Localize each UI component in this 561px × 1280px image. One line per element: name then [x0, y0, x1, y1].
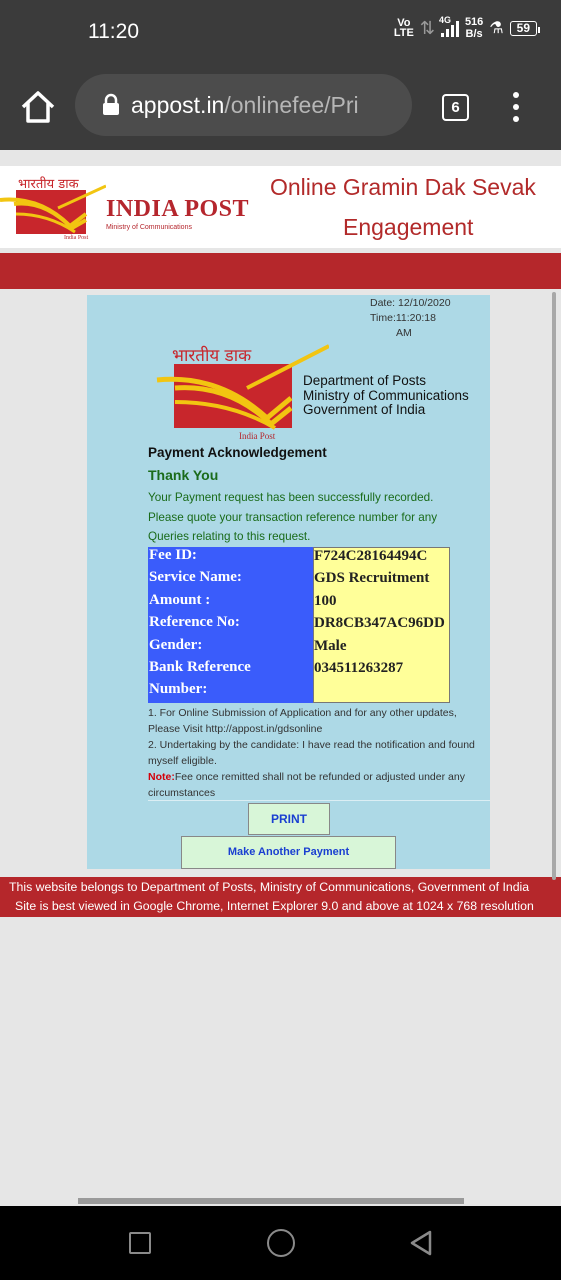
service-name-value: GDS Recruitment — [314, 570, 430, 586]
system-nav-bar — [0, 1206, 561, 1280]
header-small-caption: India Post — [64, 235, 89, 241]
status-time: 11:20 — [88, 20, 139, 43]
home-icon[interactable] — [20, 90, 56, 124]
bank-reference-label-line2: Number: — [149, 681, 208, 697]
site-header: भारतीय डाक INDIA POST Ministry of Commun… — [0, 166, 561, 248]
department-info: Department of Posts Ministry of Communic… — [303, 373, 469, 417]
site-footer: This website belongs to Department of Po… — [0, 877, 561, 917]
horizontal-scrollbar[interactable] — [78, 1198, 464, 1204]
refund-note: Note:Fee once remitted shall not be refu… — [148, 771, 465, 783]
print-button[interactable]: PRINT — [248, 803, 330, 835]
reference-no-label: Reference No: — [149, 614, 240, 630]
battery-icon: 59 — [509, 20, 541, 36]
lock-icon — [103, 93, 119, 115]
volte-indicator: Vo LTE — [393, 17, 414, 39]
page-title-line2: Engagement — [343, 214, 474, 240]
india-post-logo — [0, 184, 106, 234]
footer-line1: This website belongs to Department of Po… — [9, 880, 530, 894]
gender-label: Gender: — [149, 637, 203, 653]
address-bar[interactable]: appost.in/onlinefee/Pri — [75, 74, 412, 136]
status-icons: Vo LTE ⇅ 4G 516 B/s ⚗ 59 — [393, 15, 541, 40]
fee-values-column: F724C28164494C GDS Recruitment 100 DR8CB… — [313, 547, 450, 703]
vertical-scrollbar[interactable] — [552, 292, 556, 880]
signal-icon: 4G — [439, 15, 459, 37]
amount-label: Amount : — [149, 592, 211, 608]
payment-receipt: Date: 12/10/2020 Time:11:20:18 AM भारतीय… — [87, 295, 490, 869]
fee-details-table: Fee ID: Service Name: Amount : Reference… — [148, 547, 450, 703]
page-title: Online Gramin Dak Sevak — [270, 174, 536, 200]
url-text[interactable]: appost.in/onlinefee/Pri — [131, 92, 359, 119]
service-name-label: Service Name: — [149, 569, 242, 585]
recent-apps-icon[interactable] — [129, 1232, 151, 1254]
header-band — [0, 253, 561, 289]
data-activity-icon: ⇅ — [419, 17, 435, 38]
fee-id-value: F724C28164494C — [314, 548, 428, 564]
tab-switcher-button[interactable]: 6 — [442, 94, 469, 121]
footer-line2: Site is best viewed in Google Chrome, In… — [15, 899, 534, 913]
fee-labels-column: Fee ID: Service Name: Amount : Reference… — [148, 547, 313, 703]
nav-home-icon[interactable] — [267, 1229, 295, 1257]
browser-toolbar: appost.in/onlinefee/Pri 6 — [0, 62, 561, 150]
bank-reference-value: 034511263287 — [314, 660, 404, 676]
india-post-logo-large — [156, 344, 329, 430]
acknowledgement-title: Payment Acknowledgement — [148, 445, 327, 460]
success-message: Your Payment request has been successful… — [148, 491, 438, 544]
amount-value: 100 — [314, 593, 337, 609]
page-gap — [0, 150, 561, 166]
back-icon[interactable] — [409, 1230, 433, 1256]
status-bar: 11:20 Vo LTE ⇅ 4G 516 B/s ⚗ 59 — [0, 0, 561, 62]
header-ministry: Ministry of Communications — [106, 224, 192, 231]
header-brand: INDIA POST — [106, 196, 250, 222]
lab-flask-icon: ⚗ — [489, 19, 504, 37]
receipt-notes: 1. For Online Submission of Application … — [148, 705, 488, 801]
bank-reference-label: Bank Reference — [149, 659, 251, 675]
more-vert-icon[interactable] — [504, 92, 528, 122]
receipt-logo-caption: India Post — [239, 431, 276, 441]
thank-you-text: Thank You — [148, 467, 219, 483]
gender-value: Male — [314, 638, 347, 654]
make-another-payment-button[interactable]: Make Another Payment — [181, 836, 396, 869]
divider — [148, 800, 490, 801]
receipt-datetime: Date: 12/10/2020 Time:11:20:18 AM — [370, 297, 451, 339]
reference-no-value: DR8CB347AC96DD — [314, 615, 445, 631]
network-speed: 516 B/s — [464, 16, 484, 40]
fee-id-label: Fee ID: — [149, 547, 197, 563]
